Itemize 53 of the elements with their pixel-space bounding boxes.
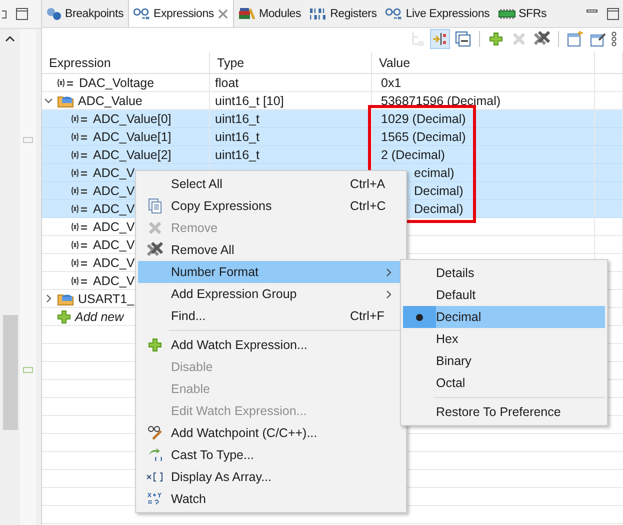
view-tab[interactable]: SFRs	[494, 0, 551, 27]
expression-name: USART1_	[78, 292, 134, 306]
type-text: float	[215, 76, 239, 90]
view-tab[interactable]: Expressions	[128, 0, 234, 27]
expression-name: ADC_V	[93, 166, 135, 180]
add-expression-link[interactable]: Add new	[75, 310, 124, 324]
expression-name: ADC_V	[93, 220, 135, 234]
menu-item[interactable]: Cast To Type...	[138, 444, 404, 466]
expression-name: ADC_Value[2]	[93, 148, 172, 162]
value-text: Decimal)	[414, 202, 464, 216]
menu-item[interactable]: Add Expression Group	[138, 283, 404, 305]
expression-name: ADC_V	[93, 184, 135, 198]
menu-item[interactable]: Copy Expressions Ctrl+C	[138, 195, 404, 217]
column-header[interactable]: Expression	[42, 52, 210, 73]
column-header[interactable]: Value	[372, 52, 595, 73]
menu-item[interactable]: Display As Array...	[138, 466, 404, 488]
expression-name: ADC_V	[93, 202, 135, 216]
menu-item[interactable]: Restore To Preference	[403, 401, 605, 423]
expression-name: ADC_Value	[78, 94, 142, 108]
view-tab[interactable]: Breakpoints	[42, 0, 128, 27]
menu-item[interactable]: Watch	[138, 488, 404, 510]
menu-item[interactable]: Default	[403, 284, 605, 306]
type-text: uint16_t	[215, 130, 260, 144]
menu-item[interactable]: Hex	[403, 328, 605, 350]
value-text: 0x1	[381, 76, 402, 90]
expression-name: ADC_V	[93, 238, 135, 252]
value-text: 2 (Decimal)	[381, 148, 445, 162]
value-text: ecimal)	[414, 166, 454, 180]
expression-name: DAC_Voltage	[79, 76, 154, 90]
value-text: 1565 (Decimal)	[381, 130, 466, 144]
menu-item[interactable]: Find... Ctrl+F	[138, 305, 404, 327]
expression-name: ADC_Value[0]	[93, 112, 172, 126]
menu-item[interactable]: Add Watchpoint (C/C++)...	[138, 422, 404, 444]
menu-item[interactable]: Binary	[403, 350, 605, 372]
view-tab[interactable]: Modules	[234, 0, 306, 27]
value-text: 1029 (Decimal)	[381, 112, 466, 126]
column-header[interactable]: Type	[210, 52, 372, 73]
view-tab[interactable]: Live Expressions	[380, 0, 494, 27]
menu-item[interactable]: Remove All	[138, 239, 404, 261]
menu-item[interactable]: Add Watch Expression...	[138, 334, 404, 356]
menu-item[interactable]: Octal	[403, 372, 605, 394]
value-text: Decimal)	[414, 184, 464, 198]
view-tab[interactable]: Registers	[305, 0, 381, 27]
menu-item[interactable]: Decimal	[403, 306, 605, 328]
type-text: uint16_t [10]	[215, 94, 284, 108]
value-text: 536871596 (Decimal)	[381, 94, 501, 108]
type-text: uint16_t	[215, 112, 260, 126]
menu-item[interactable]: Details	[403, 262, 605, 284]
type-text: uint16_t	[215, 148, 260, 162]
expression-name: ADC_Value[1]	[93, 130, 172, 144]
expression-name: ADC_V	[93, 256, 135, 270]
expression-name: ADC_V	[93, 274, 135, 288]
menu-item[interactable]: Select All Ctrl+A	[138, 173, 404, 195]
